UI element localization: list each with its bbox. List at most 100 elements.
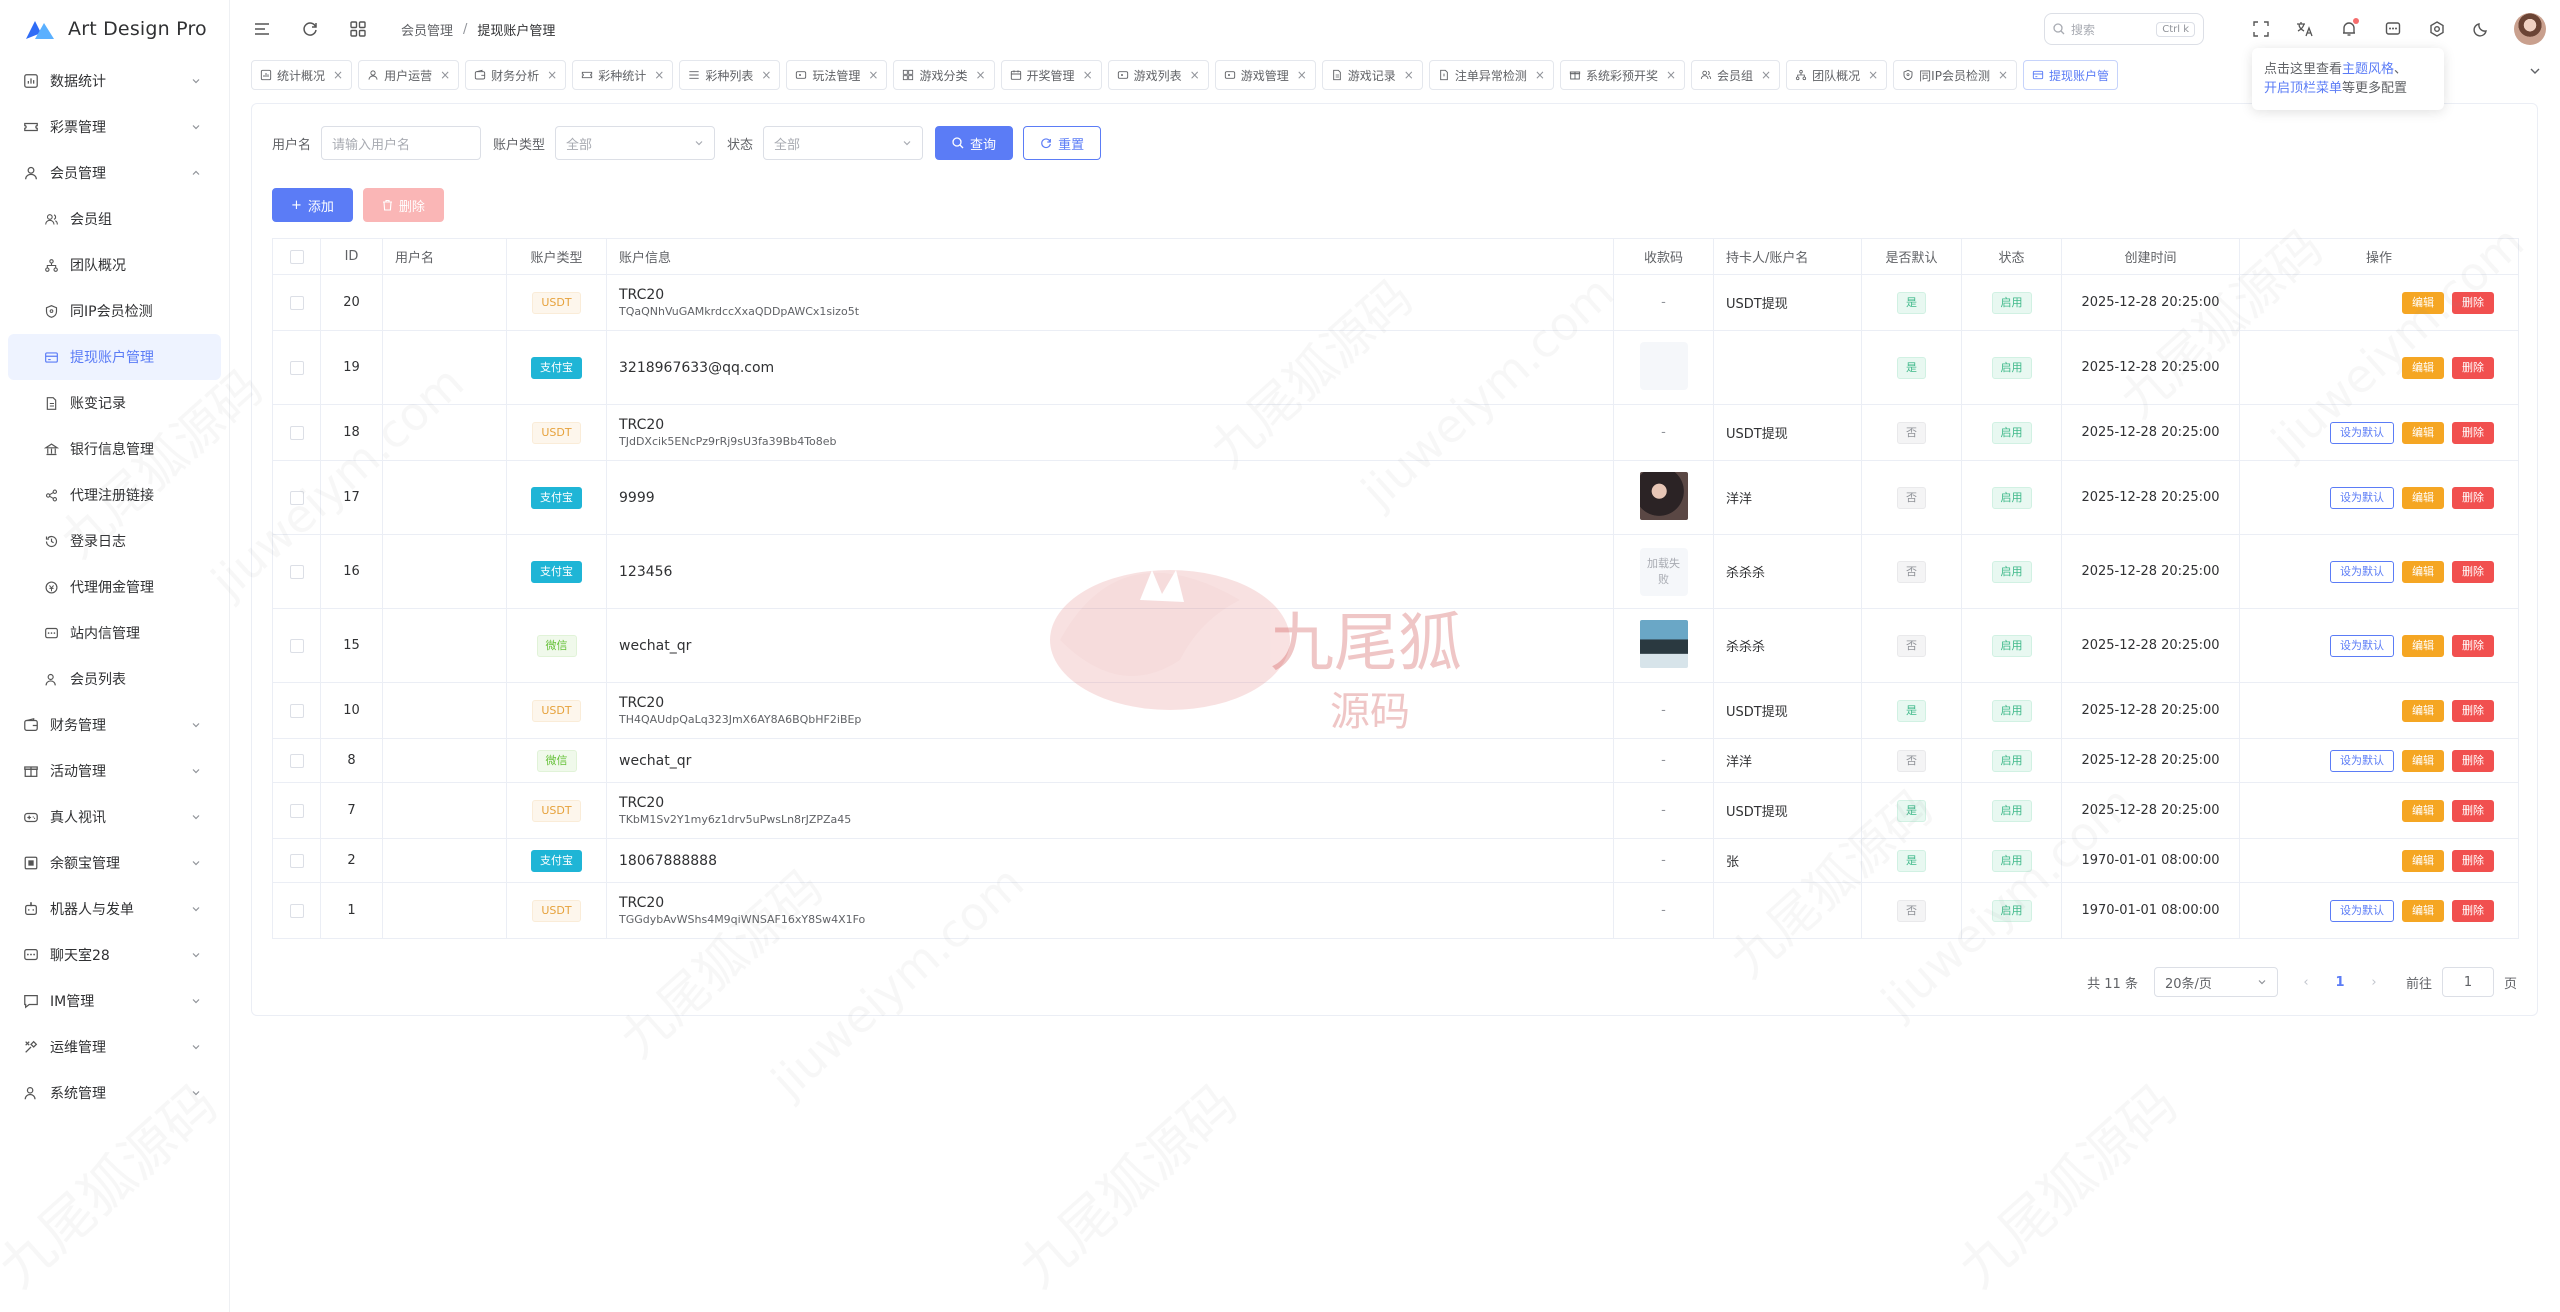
close-icon[interactable]: × bbox=[1998, 68, 2008, 82]
sidebar-subitem[interactable]: 登录日志 bbox=[0, 518, 229, 564]
edit-button[interactable]: 编辑 bbox=[2402, 849, 2444, 872]
notification-bell-icon[interactable] bbox=[2338, 18, 2360, 40]
sidebar-subitem[interactable]: 银行信息管理 bbox=[0, 426, 229, 472]
sidebar-subitem[interactable]: 团队概况 bbox=[0, 242, 229, 288]
set-default-button[interactable]: 设为默认 bbox=[2330, 560, 2394, 583]
row-checkbox[interactable] bbox=[289, 853, 304, 868]
close-icon[interactable]: × bbox=[440, 68, 450, 82]
sidebar-item[interactable]: 彩票管理 bbox=[0, 104, 229, 150]
edit-button[interactable]: 编辑 bbox=[2402, 486, 2444, 509]
page-tab[interactable]: 系统彩预开奖 × bbox=[1559, 60, 1686, 90]
delete-button[interactable]: 删除 bbox=[2452, 486, 2494, 509]
chat-icon[interactable] bbox=[2382, 18, 2404, 40]
global-search[interactable]: 搜索 Ctrl k bbox=[2044, 13, 2204, 45]
page-tab[interactable]: 游戏列表 × bbox=[1107, 60, 1209, 90]
breadcrumb-item[interactable]: 会员管理 bbox=[401, 20, 453, 39]
translate-icon[interactable] bbox=[2294, 18, 2316, 40]
row-checkbox[interactable] bbox=[289, 425, 304, 440]
sidebar-subitem[interactable]: 账变记录 bbox=[0, 380, 229, 426]
tip-link-topmenu[interactable]: 开启顶栏菜单 bbox=[2264, 81, 2342, 96]
edit-button[interactable]: 编辑 bbox=[2402, 421, 2444, 444]
dark-mode-moon-icon[interactable] bbox=[2470, 18, 2492, 40]
row-checkbox[interactable] bbox=[289, 564, 304, 579]
row-checkbox[interactable] bbox=[289, 903, 304, 918]
close-icon[interactable]: × bbox=[1083, 68, 1093, 82]
sidebar-subitem[interactable]: 会员列表 bbox=[0, 656, 229, 702]
row-checkbox[interactable] bbox=[289, 803, 304, 818]
close-icon[interactable]: × bbox=[868, 68, 878, 82]
table-row[interactable]: 10 USDT TRC20 TH4QAUdpQaLq323JmX6AY8A6BQbHF… bbox=[272, 682, 2519, 739]
set-default-button[interactable]: 设为默认 bbox=[2330, 749, 2394, 772]
goto-page-input[interactable]: 1 bbox=[2441, 967, 2494, 997]
add-button[interactable]: + 添加 bbox=[272, 188, 353, 222]
edit-button[interactable]: 编辑 bbox=[2402, 799, 2444, 822]
sidebar-item[interactable]: 会员管理 bbox=[0, 150, 229, 196]
edit-button[interactable]: 编辑 bbox=[2402, 356, 2444, 379]
close-icon[interactable]: × bbox=[761, 68, 771, 82]
page-tab[interactable]: 统计概况 × bbox=[251, 60, 353, 90]
page-tab[interactable]: 游戏分类 × bbox=[893, 60, 995, 90]
delete-button[interactable]: 删除 bbox=[2452, 749, 2494, 772]
sidebar-subitem[interactable]: 站内信管理 bbox=[0, 610, 229, 656]
table-row[interactable]: 19 支付宝 3218967633@qq.com 是 启用 2025-12-28 20:2… bbox=[272, 330, 2519, 405]
sidebar-item[interactable]: IM管理 bbox=[0, 978, 229, 1024]
delete-button[interactable]: 删除 bbox=[2452, 634, 2494, 657]
delete-button[interactable]: 删除 bbox=[2452, 849, 2494, 872]
row-checkbox[interactable] bbox=[289, 490, 304, 505]
close-icon[interactable]: × bbox=[1404, 68, 1414, 82]
reset-button[interactable]: 重置 bbox=[1023, 126, 1102, 160]
next-page-icon[interactable]: › bbox=[2364, 975, 2384, 990]
page-tab[interactable]: 用户运营 × bbox=[358, 60, 460, 90]
table-row[interactable]: 15 微信 wechat_qr 杀杀杀否启用 2025-12-28 20:25:00 设为… bbox=[272, 608, 2519, 683]
sidebar-item[interactable]: 数据统计 bbox=[0, 58, 229, 104]
sidebar-subitem[interactable]: 代理佣金管理 bbox=[0, 564, 229, 610]
close-icon[interactable]: × bbox=[333, 68, 343, 82]
tip-link-theme[interactable]: 主题风格 bbox=[2342, 62, 2394, 77]
edit-button[interactable]: 编辑 bbox=[2402, 560, 2444, 583]
sidebar-subitem[interactable]: 同IP会员检测 bbox=[0, 288, 229, 334]
row-checkbox[interactable] bbox=[289, 360, 304, 375]
close-icon[interactable]: × bbox=[975, 68, 985, 82]
user-avatar[interactable] bbox=[2514, 13, 2546, 45]
row-checkbox[interactable] bbox=[289, 753, 304, 768]
page-tab[interactable]: 彩种统计 × bbox=[572, 60, 674, 90]
batch-delete-button[interactable]: 删除 bbox=[362, 188, 444, 222]
close-icon[interactable]: × bbox=[1535, 68, 1545, 82]
page-tab[interactable]: 游戏记录 × bbox=[1321, 60, 1423, 90]
tabs-more-chevron-icon[interactable] bbox=[2528, 64, 2542, 78]
page-tab[interactable]: 注单异常检测 × bbox=[1428, 60, 1554, 90]
set-default-button[interactable]: 设为默认 bbox=[2330, 899, 2394, 922]
sidebar-item[interactable]: 真人视讯 bbox=[0, 794, 229, 840]
username-input[interactable]: 请输入用户名 bbox=[321, 126, 482, 160]
sidebar-item[interactable]: 机器人与发单 bbox=[0, 886, 229, 932]
table-row[interactable]: 7 USDT TRC20 TKbM1Sv2Y1my6z1drv5uPwsLn8rJZP… bbox=[272, 782, 2519, 839]
edit-button[interactable]: 编辑 bbox=[2402, 291, 2444, 314]
table-row[interactable]: 1 USDT TRC20 TGGdybAvWShs4M9qiWNSAF16xY8Sw4… bbox=[272, 882, 2519, 939]
query-button[interactable]: 查询 bbox=[935, 126, 1014, 160]
qr-code-image[interactable] bbox=[1639, 471, 1688, 520]
set-default-button[interactable]: 设为默认 bbox=[2330, 486, 2394, 509]
page-tab[interactable]: 彩种列表 × bbox=[679, 60, 781, 90]
settings-gear-icon[interactable] bbox=[2426, 18, 2448, 40]
sidebar-subitem[interactable]: 提现账户管理 bbox=[8, 334, 221, 380]
page-tab[interactable]: 开奖管理 × bbox=[1000, 60, 1102, 90]
page-tab[interactable]: 会员组 × bbox=[1691, 60, 1781, 90]
select-all-checkbox[interactable] bbox=[289, 249, 304, 264]
close-icon[interactable]: × bbox=[1666, 68, 1676, 82]
menu-toggle-icon[interactable] bbox=[251, 18, 273, 40]
edit-button[interactable]: 编辑 bbox=[2402, 899, 2444, 922]
sidebar-item[interactable]: 活动管理 bbox=[0, 748, 229, 794]
page-size-select[interactable]: 20条/页 bbox=[2153, 967, 2278, 997]
delete-button[interactable]: 删除 bbox=[2452, 799, 2494, 822]
qr-code-image[interactable] bbox=[1639, 619, 1688, 668]
prev-page-icon[interactable]: ‹ bbox=[2296, 975, 2316, 990]
table-row[interactable]: 17 支付宝 9999 洋洋否启用 2025-12-28 20:25:00 设为默认 编辑删… bbox=[272, 460, 2519, 535]
table-row[interactable]: 2 支付宝 18067888888- 张是启用 1970-01-01 08:00:00 编… bbox=[272, 838, 2519, 883]
delete-button[interactable]: 删除 bbox=[2452, 560, 2494, 583]
row-checkbox[interactable] bbox=[289, 703, 304, 718]
close-icon[interactable]: × bbox=[1190, 68, 1200, 82]
sidebar-item[interactable]: 运维管理 bbox=[0, 1024, 229, 1070]
page-tab[interactable]: 玩法管理 × bbox=[786, 60, 888, 90]
delete-button[interactable]: 删除 bbox=[2452, 291, 2494, 314]
page-tab[interactable]: 提现账户管 bbox=[2023, 60, 2119, 90]
